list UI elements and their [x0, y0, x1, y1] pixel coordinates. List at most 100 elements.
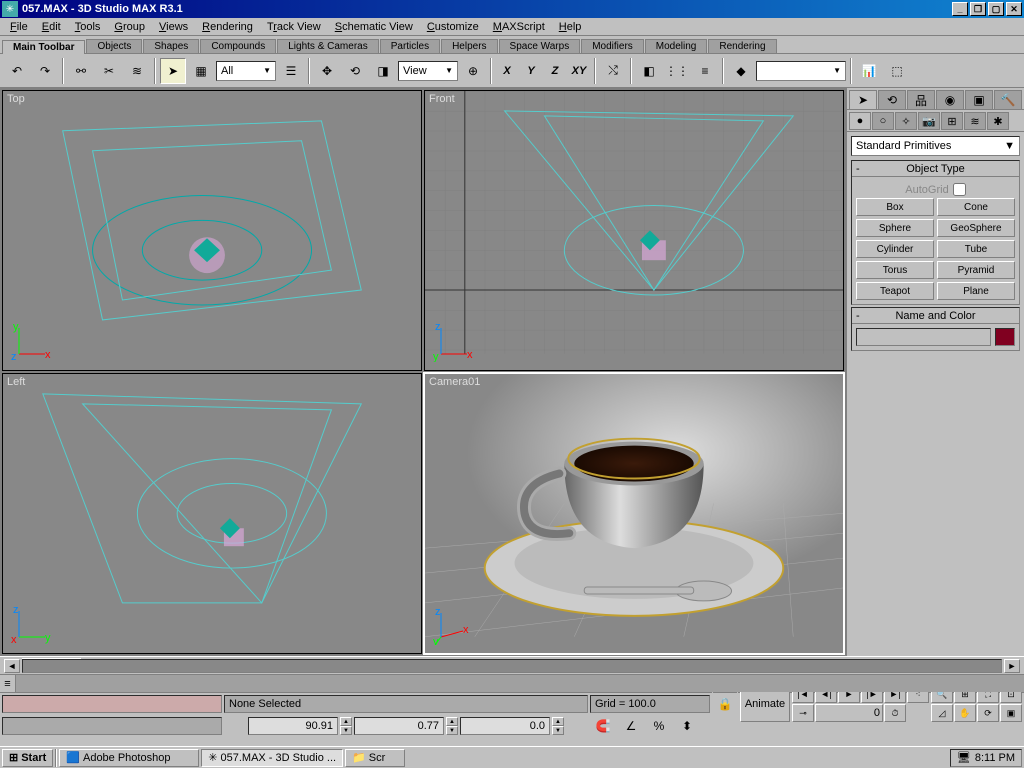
viewport-camera[interactable]: Camera01	[424, 373, 844, 654]
menu-edit[interactable]: Edit	[36, 20, 67, 34]
modify-tab[interactable]: ⟲	[878, 90, 906, 110]
scale-button[interactable]: ◨	[370, 58, 396, 84]
trackview-button[interactable]: 📊	[856, 58, 882, 84]
utilities-tab[interactable]: 🔨	[994, 90, 1022, 110]
menu-customize[interactable]: Customize	[421, 20, 485, 34]
tab-main-toolbar[interactable]: Main Toolbar	[2, 40, 85, 54]
taskbar-item-3dsmax[interactable]: ✳057.MAX - 3D Studio ...	[201, 749, 343, 767]
select-button[interactable]: ➤	[160, 58, 186, 84]
geometry-subtab[interactable]: ●	[849, 112, 871, 130]
trackbar-toggle[interactable]: ≡	[0, 675, 16, 692]
start-button[interactable]: ⊞ Start	[2, 749, 53, 767]
tab-lights-cameras[interactable]: Lights & Cameras	[277, 39, 378, 53]
tube-button[interactable]: Tube	[937, 240, 1015, 258]
maximize-button[interactable]: ▢	[988, 2, 1004, 16]
helpers-subtab[interactable]: ⊞	[941, 112, 963, 130]
hierarchy-tab[interactable]: 品	[907, 90, 935, 110]
spinner-snap-button[interactable]: ⬍	[674, 713, 700, 739]
restrict-z-button[interactable]: Z	[544, 60, 566, 82]
taskbar-item-scr[interactable]: 📁Scr	[345, 749, 405, 767]
menu-maxscript[interactable]: MAXScript	[487, 20, 551, 34]
unlink-button[interactable]: ✂	[96, 58, 122, 84]
z-coord-field[interactable]: 0.0	[460, 717, 550, 735]
z-spinner[interactable]: ▲▼	[552, 717, 564, 735]
ik-button[interactable]: ⤭	[600, 58, 626, 84]
link-button[interactable]: ⚯	[68, 58, 94, 84]
timeslider-next-button[interactable]: ►	[1004, 659, 1020, 673]
tab-particles[interactable]: Particles	[380, 39, 440, 53]
restrict-y-button[interactable]: Y	[520, 60, 542, 82]
tab-helpers[interactable]: Helpers	[441, 39, 497, 53]
x-coord-field[interactable]: 90.91	[248, 717, 338, 735]
time-config-button[interactable]: ⏱	[884, 704, 906, 722]
trackbar-ruler[interactable]	[16, 675, 1024, 692]
restrict-x-button[interactable]: X	[496, 60, 518, 82]
sphere-button[interactable]: Sphere	[856, 219, 934, 237]
object-color-swatch[interactable]	[995, 328, 1015, 346]
restore-button[interactable]: ❐	[970, 2, 986, 16]
arc-rotate-button[interactable]: ⟳	[977, 704, 999, 722]
systems-subtab[interactable]: ✱	[987, 112, 1009, 130]
spacewarps-subtab[interactable]: ≋	[964, 112, 986, 130]
pyramid-button[interactable]: Pyramid	[937, 261, 1015, 279]
minimize-button[interactable]: _	[952, 2, 968, 16]
key-toggle-button[interactable]: ⊸	[792, 704, 814, 722]
ref-coord-dropdown[interactable]: View▼	[398, 61, 458, 81]
tab-modeling[interactable]: Modeling	[645, 39, 708, 53]
tray-icon[interactable]: 🖥	[957, 751, 971, 764]
angle-snap-button[interactable]: ∠	[618, 713, 644, 739]
bind-spacewarp-button[interactable]: ≋	[124, 58, 150, 84]
object-name-input[interactable]	[856, 328, 991, 346]
menu-file[interactable]: File	[4, 20, 34, 34]
named-sets-button[interactable]: ◆	[728, 58, 754, 84]
rollout-header[interactable]: -Name and Color	[852, 308, 1019, 324]
select-by-name-button[interactable]: ☰	[278, 58, 304, 84]
teapot-button[interactable]: Teapot	[856, 282, 934, 300]
close-button[interactable]: ✕	[1006, 2, 1022, 16]
motion-tab[interactable]: ◉	[936, 90, 964, 110]
array-button[interactable]: ⋮⋮	[664, 58, 690, 84]
named-sets-dropdown[interactable]: ▼	[756, 61, 846, 81]
undo-button[interactable]: ↶	[4, 58, 30, 84]
frame-field[interactable]: 0	[815, 704, 883, 722]
tab-objects[interactable]: Objects	[86, 39, 142, 53]
y-spinner[interactable]: ▲▼	[446, 717, 458, 735]
system-tray[interactable]: 🖥 8:11 PM	[950, 749, 1022, 767]
geosphere-button[interactable]: GeoSphere	[937, 219, 1015, 237]
rotate-button[interactable]: ⟲	[342, 58, 368, 84]
viewport-left[interactable]: Left y z x	[2, 373, 422, 654]
script-listener[interactable]	[2, 717, 222, 735]
restrict-xy-button[interactable]: XY	[568, 60, 590, 82]
shapes-subtab[interactable]: ○	[872, 112, 894, 130]
move-button[interactable]: ✥	[314, 58, 340, 84]
maximize-viewport-button[interactable]: ▣	[1000, 704, 1022, 722]
menu-schematic[interactable]: Schematic View	[329, 20, 419, 34]
tab-spacewarps[interactable]: Space Warps	[499, 39, 581, 53]
tab-shapes[interactable]: Shapes	[143, 39, 199, 53]
select-region-button[interactable]: ▦	[188, 58, 214, 84]
fov-button[interactable]: ◿	[931, 704, 953, 722]
cone-button[interactable]: Cone	[937, 198, 1015, 216]
menu-views[interactable]: Views	[153, 20, 194, 34]
viewport-top[interactable]: Top x y z	[2, 90, 422, 371]
timeslider-prev-button[interactable]: ◄	[4, 659, 20, 673]
percent-snap-button[interactable]: %	[646, 713, 672, 739]
pan-button[interactable]: ✋	[954, 704, 976, 722]
menu-tools[interactable]: Tools	[69, 20, 107, 34]
category-dropdown[interactable]: Standard Primitives ▼	[851, 136, 1020, 156]
autogrid-checkbox[interactable]	[953, 183, 966, 196]
cylinder-button[interactable]: Cylinder	[856, 240, 934, 258]
menu-trackview[interactable]: Track View	[261, 20, 327, 34]
menu-help[interactable]: Help	[553, 20, 588, 34]
y-coord-field[interactable]: 0.77	[354, 717, 444, 735]
mirror-button[interactable]: ◧	[636, 58, 662, 84]
redo-button[interactable]: ↷	[32, 58, 58, 84]
create-tab[interactable]: ➤	[849, 90, 877, 110]
schematic-button[interactable]: ⬚	[884, 58, 910, 84]
x-spinner[interactable]: ▲▼	[340, 717, 352, 735]
display-tab[interactable]: ▣	[965, 90, 993, 110]
snap-toggle-button[interactable]: 🧲	[590, 713, 616, 739]
pivot-button[interactable]: ⊕	[460, 58, 486, 84]
selection-filter-dropdown[interactable]: All▼	[216, 61, 276, 81]
tab-compounds[interactable]: Compounds	[200, 39, 276, 53]
